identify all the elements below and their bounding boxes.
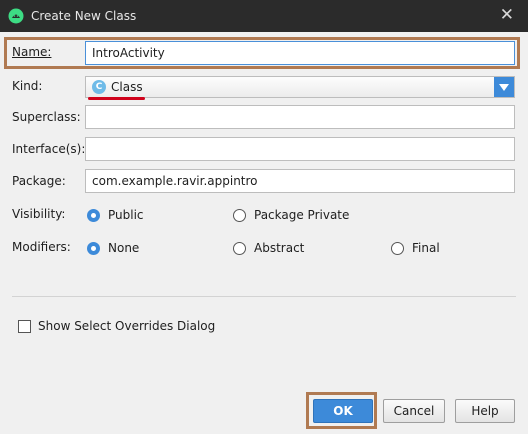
name-input[interactable]: IntroActivity: [85, 41, 515, 65]
show-overrides-label: Show Select Overrides Dialog: [38, 319, 216, 333]
superclass-input[interactable]: [85, 105, 515, 129]
dropdown-arrow-icon[interactable]: [494, 77, 514, 97]
modifiers-label: Modifiers:: [12, 240, 71, 254]
superclass-row: Superclass:: [0, 105, 528, 131]
class-icon: C: [92, 80, 106, 94]
android-studio-icon: [8, 8, 24, 24]
interfaces-row: Interface(s):: [0, 137, 528, 163]
modifier-none-label: None: [108, 241, 140, 255]
kind-dropdown[interactable]: C Class: [85, 76, 515, 98]
visibility-package-private-label: Package Private: [254, 208, 350, 222]
interfaces-label: Interface(s):: [12, 142, 86, 156]
modifier-final-radio[interactable]: Final: [391, 241, 440, 255]
name-label: Name:: [12, 45, 52, 59]
title-bar: Create New Class ✕: [0, 0, 528, 32]
kind-selected-value: Class: [111, 80, 143, 94]
visibility-public-radio[interactable]: Public: [87, 208, 144, 222]
package-label: Package:: [12, 174, 66, 188]
radio-unselected-icon[interactable]: [233, 241, 246, 255]
kind-row: Kind: C Class: [0, 74, 528, 100]
modifier-abstract-label: Abstract: [254, 241, 305, 255]
checkbox-icon[interactable]: [18, 319, 31, 333]
modifier-none-radio[interactable]: None: [87, 241, 139, 255]
radio-unselected-icon[interactable]: [233, 208, 246, 222]
radio-selected-icon[interactable]: [87, 208, 100, 222]
visibility-label: Visibility:: [12, 207, 66, 221]
radio-selected-icon[interactable]: [87, 241, 100, 255]
package-input[interactable]: com.example.ravir.appintro: [85, 169, 515, 193]
visibility-public-label: Public: [108, 208, 144, 222]
dialog-content: Name: IntroActivity Kind: C Class Superc…: [0, 32, 528, 434]
kind-label: Kind:: [12, 79, 43, 93]
window-title: Create New Class: [31, 9, 137, 23]
name-row: Name: IntroActivity: [0, 40, 528, 66]
interfaces-input[interactable]: [85, 137, 515, 161]
modifier-final-label: Final: [412, 241, 440, 255]
show-overrides-checkbox[interactable]: Show Select Overrides Dialog: [18, 319, 215, 333]
superclass-label: Superclass:: [12, 110, 81, 124]
modifier-abstract-radio[interactable]: Abstract: [233, 241, 304, 255]
visibility-package-private-radio[interactable]: Package Private: [233, 208, 349, 222]
close-icon[interactable]: ✕: [500, 6, 514, 24]
radio-unselected-icon[interactable]: [391, 241, 404, 255]
help-button[interactable]: Help: [455, 399, 515, 423]
red-underline-annotation: [88, 97, 145, 100]
ok-button[interactable]: OK: [313, 399, 373, 423]
package-row: Package: com.example.ravir.appintro: [0, 169, 528, 195]
cancel-button[interactable]: Cancel: [383, 399, 445, 423]
separator: [12, 296, 516, 297]
